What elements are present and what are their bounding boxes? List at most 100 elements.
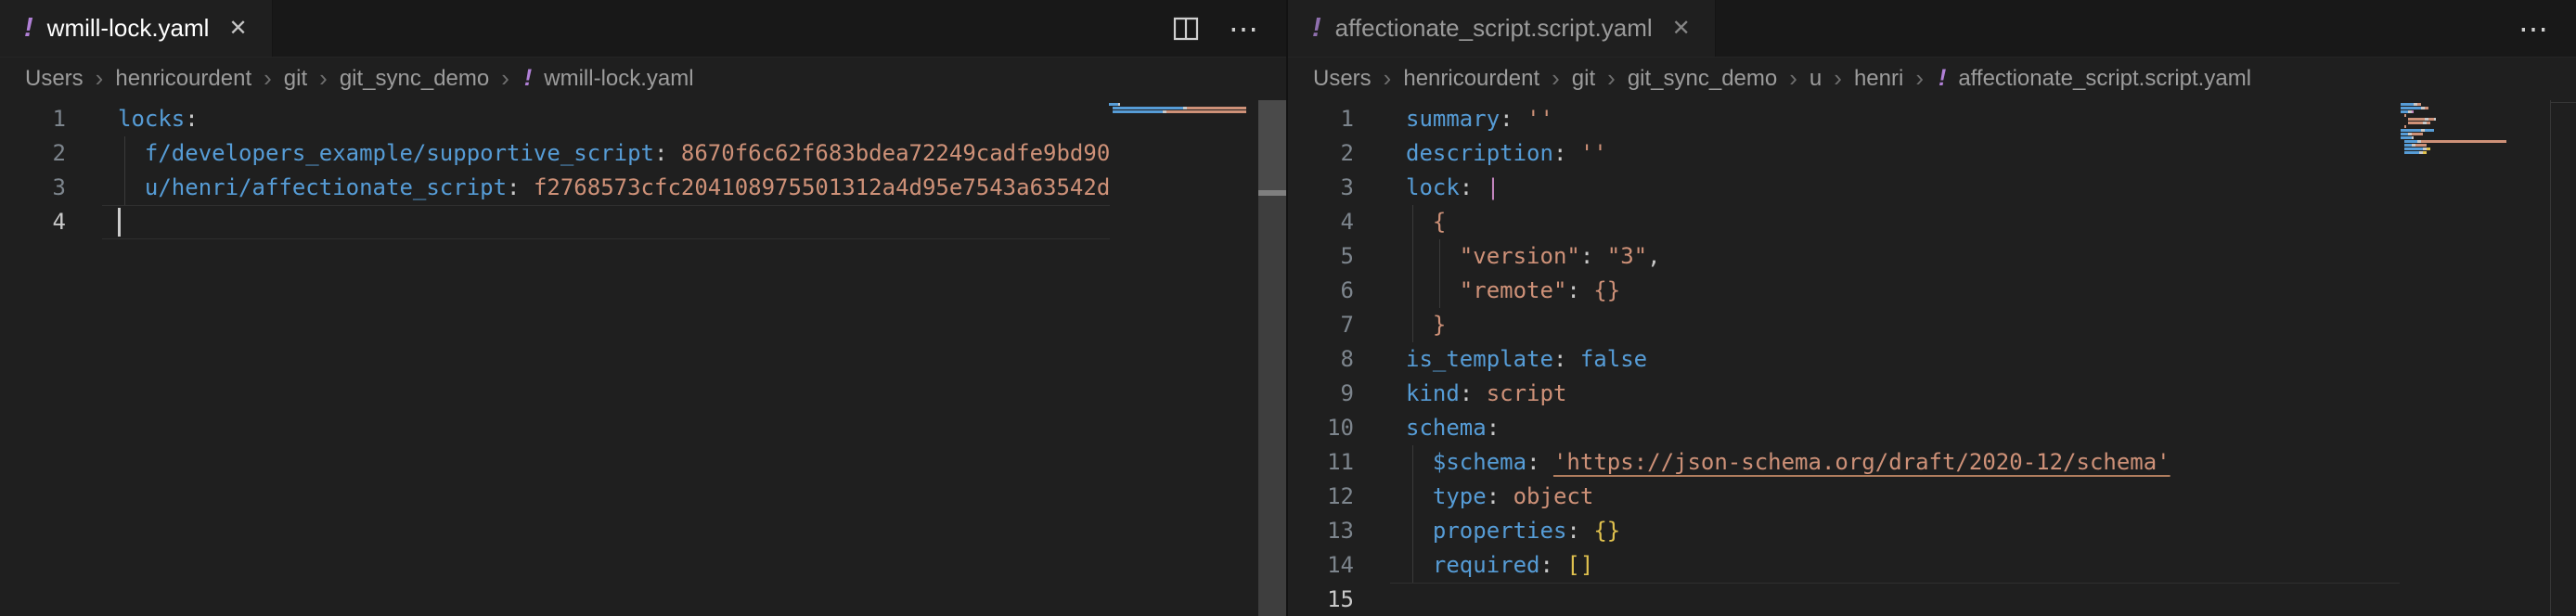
line-number: 13	[1288, 514, 1354, 548]
breadcrumb-item[interactable]: git_sync_demo	[340, 66, 489, 92]
breadcrumb-item[interactable]: git	[284, 66, 307, 92]
more-actions-icon[interactable]: ⋯	[2518, 14, 2548, 44]
breadcrumb-item[interactable]: u	[1810, 66, 1822, 92]
editor-group-right: ! affectionate_script.script.yaml ✕ ⋯ Us…	[1286, 0, 2576, 616]
close-icon[interactable]: ✕	[228, 15, 247, 42]
line-number: 11	[1288, 445, 1354, 480]
code-line[interactable]: required: []	[1390, 548, 2400, 583]
code-line[interactable]: f/developers_example/supportive_script: …	[102, 136, 1110, 171]
chevron-right-icon: ›	[1789, 64, 1797, 93]
line-number: 5	[1288, 239, 1354, 274]
vscode-editor-area: ! wmill-lock.yaml ✕ ⋯ Users › henricourden…	[0, 0, 2576, 616]
minimap[interactable]	[2401, 103, 2549, 159]
chevron-right-icon: ›	[1384, 64, 1392, 93]
tab-actions: ⋯	[1171, 0, 1286, 57]
tab-wmill-lock[interactable]: ! wmill-lock.yaml ✕	[0, 0, 273, 57]
indent-guide	[1412, 205, 1413, 239]
tab-actions: ⋯	[2518, 0, 2576, 57]
breadcrumb-item[interactable]: Users	[1313, 66, 1372, 92]
breadcrumb-file[interactable]: affectionate_script.script.yaml	[1958, 66, 2251, 92]
code-line[interactable]: kind: script	[1390, 377, 2400, 411]
indent-guide	[1412, 480, 1413, 514]
code-line[interactable]: summary: ''	[1390, 102, 2400, 136]
minimap[interactable]	[1109, 103, 1257, 118]
code-line[interactable]: locks:	[102, 102, 1110, 136]
code-lines[interactable]: locks: f/developers_example/supportive_s…	[102, 102, 1110, 616]
chevron-right-icon: ›	[1607, 64, 1616, 93]
line-number: 2	[1288, 136, 1354, 171]
indent-guide	[124, 136, 125, 171]
line-number: 8	[1288, 342, 1354, 377]
tab-label: wmill-lock.yaml	[47, 14, 210, 43]
code-line[interactable]: type: object	[1390, 480, 2400, 514]
chevron-right-icon: ›	[501, 64, 509, 93]
editor-group-left: ! wmill-lock.yaml ✕ ⋯ Users › henricourden…	[0, 0, 1286, 616]
breadcrumb-item[interactable]: henricourdent	[115, 66, 251, 92]
line-number: 12	[1288, 480, 1354, 514]
code-line[interactable]: }	[1390, 308, 2400, 342]
gutter: 1234	[0, 102, 66, 239]
text-cursor	[118, 208, 121, 237]
indent-guide	[1412, 548, 1413, 583]
line-number: 3	[1288, 171, 1354, 205]
code-line[interactable]: is_template: false	[1390, 342, 2400, 377]
code-line[interactable]	[102, 205, 1110, 239]
breadcrumb-item[interactable]: git_sync_demo	[1628, 66, 1777, 92]
breadcrumb-item[interactable]: henricourdent	[1403, 66, 1539, 92]
line-number: 15	[1288, 583, 1354, 616]
indent-guide	[1412, 308, 1413, 342]
indent-guide	[1439, 274, 1440, 308]
breadcrumb: Users › henricourdent › git › git_sync_demo ›! w…	[0, 58, 1286, 99]
indent-guide	[1412, 445, 1413, 480]
tab-label: affectionate_script.script.yaml	[1335, 14, 1653, 43]
line-number: 2	[0, 136, 66, 171]
line-number: 6	[1288, 274, 1354, 308]
breadcrumb-item[interactable]: git	[1572, 66, 1595, 92]
editor[interactable]: 1234 locks: f/developers_example/support…	[0, 100, 1286, 616]
indent-guide	[1439, 239, 1440, 274]
split-editor-icon[interactable]	[1171, 14, 1201, 44]
gutter: 123456789101112131415	[1288, 102, 1354, 616]
editor[interactable]: 123456789101112131415 summary: ''descrip…	[1288, 100, 2576, 616]
line-number: 14	[1288, 548, 1354, 583]
line-number: 1	[0, 102, 66, 136]
chevron-right-icon: ›	[264, 64, 272, 93]
chevron-right-icon: ›	[319, 64, 328, 93]
breadcrumb-item[interactable]: henri	[1854, 66, 1903, 92]
code-lines[interactable]: summary: ''description: ''lock: | { "ver…	[1390, 102, 2400, 616]
code-line[interactable]: properties: {}	[1390, 514, 2400, 548]
code-line[interactable]: u/henri/affectionate_script: f2768573cfc…	[102, 171, 1110, 205]
line-number: 7	[1288, 308, 1354, 342]
chevron-right-icon: ›	[1915, 64, 1924, 93]
code-line[interactable]: $schema: 'https://json-schema.org/draft/…	[1390, 445, 2400, 480]
yaml-file-icon: !	[1312, 15, 1321, 42]
close-icon[interactable]: ✕	[1672, 15, 1691, 42]
yaml-file-icon: !	[524, 67, 532, 90]
code-line[interactable]: schema:	[1390, 411, 2400, 445]
indent-guide	[1412, 239, 1413, 274]
line-number: 10	[1288, 411, 1354, 445]
breadcrumb: Users › henricourdent › git › git_sync_demo › u ›…	[1288, 58, 2576, 99]
tab-bar: ! wmill-lock.yaml ✕ ⋯	[0, 0, 1286, 58]
breadcrumb-file[interactable]: wmill-lock.yaml	[544, 66, 693, 92]
code-line[interactable]: "remote": {}	[1390, 274, 2400, 308]
indent-guide	[1412, 274, 1413, 308]
code-line[interactable]: "version": "3",	[1390, 239, 2400, 274]
code-line[interactable]	[1390, 583, 2400, 616]
chevron-right-icon: ›	[96, 64, 104, 93]
line-number: 4	[1288, 205, 1354, 239]
chevron-right-icon: ›	[1834, 64, 1842, 93]
line-number: 9	[1288, 377, 1354, 411]
overview-ruler	[2550, 100, 2576, 616]
tab-affectionate-script[interactable]: ! affectionate_script.script.yaml ✕	[1288, 0, 1716, 57]
breadcrumb-item[interactable]: Users	[25, 66, 84, 92]
scrollbar[interactable]	[1258, 100, 1286, 616]
tab-bar: ! affectionate_script.script.yaml ✕ ⋯	[1288, 0, 2576, 58]
indent-guide	[124, 171, 125, 205]
code-line[interactable]: description: ''	[1390, 136, 2400, 171]
more-actions-icon[interactable]: ⋯	[1229, 14, 1258, 44]
code-line[interactable]: lock: |	[1390, 171, 2400, 205]
chevron-right-icon: ›	[1552, 64, 1560, 93]
yaml-file-icon: !	[1938, 67, 1946, 90]
code-line[interactable]: {	[1390, 205, 2400, 239]
